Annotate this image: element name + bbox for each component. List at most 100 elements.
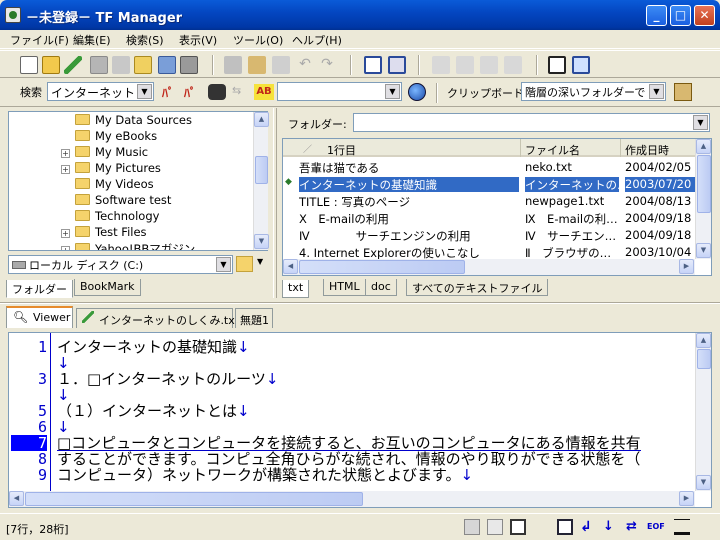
drive-select[interactable]: ローカル ディスク (C:) ▼ [8, 255, 233, 274]
print-preview-icon[interactable] [158, 56, 176, 74]
menu-help[interactable]: ヘルプ(H) [292, 32, 342, 48]
editor-line[interactable]: ↓ [57, 419, 70, 435]
tab-bookmark[interactable]: BookMark [74, 279, 141, 296]
scroll-right-icon[interactable]: ▶ [679, 491, 694, 506]
scroll-thumb[interactable] [25, 492, 363, 506]
expand-icon[interactable]: + [61, 165, 70, 174]
editor-line[interactable]: コンピュータ）ネットワークが構築された状態とよびます。↓ [57, 467, 473, 483]
line-feed-icon[interactable]: ↓ [603, 519, 619, 535]
tree-item[interactable]: + Test Files [9, 225, 147, 241]
chevron-down-icon[interactable]: ▼ [257, 257, 263, 266]
expand-icon[interactable]: + [61, 149, 70, 158]
open-folder-icon[interactable] [42, 56, 60, 74]
tree-item[interactable]: + My Music [9, 145, 148, 161]
binoculars-icon[interactable] [208, 84, 226, 100]
paste-icon[interactable] [248, 56, 266, 74]
tree-item[interactable]: + My Pictures [9, 161, 161, 177]
undo-icon[interactable]: ↶ [296, 56, 314, 74]
pane-splitter[interactable] [273, 108, 277, 298]
tab-untitled[interactable]: 無題1 [235, 308, 273, 328]
expand-icon[interactable]: + [61, 246, 70, 250]
find-next-icon[interactable]: ﾊﾟ [184, 84, 202, 100]
menu-edit[interactable]: 編集(E) [73, 32, 111, 48]
replace-icon[interactable]: ⇆ [232, 84, 250, 100]
split-view-icon[interactable] [388, 56, 406, 74]
tree-item[interactable]: +Technology [9, 209, 159, 225]
notes-icon[interactable] [134, 56, 152, 74]
wrap-icon[interactable] [557, 519, 573, 535]
clipboard-select[interactable]: 階層の深いフォルダーで ▼ [521, 82, 666, 101]
scroll-up-icon[interactable]: ▲ [254, 112, 269, 127]
menu-view[interactable]: 表示(V) [179, 32, 217, 48]
scroll-thumb[interactable] [697, 349, 711, 369]
editor-hscroll[interactable]: ◀ ▶ [9, 491, 695, 507]
tab-html[interactable]: HTML [323, 279, 366, 296]
viewer-icon[interactable] [572, 56, 590, 74]
folder-tree[interactable]: +My Data Sources+My eBooks+My Music+My P… [8, 111, 269, 251]
maximize-button[interactable]: □ [670, 5, 691, 26]
column-header-filename[interactable]: ファイル名 [521, 139, 621, 157]
editor-line[interactable]: することができます。コンピュ全角ひらがな続され、情報のやり取りができる状態を（ [57, 451, 640, 467]
menu-file[interactable]: ファイル(F) [10, 32, 69, 48]
editor-line[interactable]: ↓ [57, 355, 70, 371]
chevron-down-icon[interactable]: ▼ [216, 257, 231, 272]
chevron-down-icon[interactable]: ▼ [385, 84, 400, 99]
table-row[interactable]: Ⅳ サーチエンジンの利用 Ⅳ サーチエン… 2004/09/18 0 [283, 227, 695, 244]
close-button[interactable]: ✕ [694, 5, 715, 26]
view-mode-3-icon[interactable] [510, 519, 526, 535]
underline-icon[interactable] [674, 519, 690, 535]
highlight-icon[interactable]: AB [254, 84, 274, 100]
menu-search[interactable]: 検索(S) [126, 32, 164, 48]
chevron-down-icon[interactable]: ▼ [693, 115, 708, 130]
table-row[interactable]: インターネットの基礎知識 インターネットの… 2003/07/20 0 ◆ [283, 176, 695, 193]
copy-icon[interactable] [272, 56, 290, 74]
tab-doc[interactable]: doc [365, 279, 397, 296]
file-list-vscroll[interactable]: ▲ ▼ [695, 139, 711, 259]
tab-document[interactable]: インターネットのしくみ.txt [76, 308, 239, 328]
grid-icon[interactable] [504, 56, 522, 74]
new-file-icon[interactable] [20, 56, 38, 74]
cut-icon[interactable] [224, 56, 242, 74]
scroll-left-icon[interactable]: ◀ [283, 259, 298, 274]
return-mark-icon[interactable]: ↲ [580, 519, 596, 535]
horizontal-splitter[interactable] [0, 302, 720, 304]
tree-item[interactable]: + Yahoo!BBマガジン [9, 241, 195, 250]
table-row[interactable]: TITLE : 写真のページ newpage1.txt 2004/08/13 0 [283, 193, 695, 210]
search-go-icon[interactable] [408, 83, 426, 101]
editor-line[interactable]: ↓ [57, 387, 70, 403]
text-editor[interactable]: 1 インターネットの基礎知識↓ ↓ 3 １．□インターネットのルーツ↓ ↓ 5 （１）インター… [8, 332, 712, 508]
scroll-thumb[interactable] [697, 155, 711, 213]
minimize-button[interactable]: _ [646, 5, 667, 26]
folder-path-select[interactable]: ▼ [353, 113, 710, 132]
scroll-right-icon[interactable]: ▶ [679, 259, 694, 274]
redo-icon[interactable]: ↷ [318, 56, 336, 74]
tile-vertical-icon[interactable] [456, 56, 474, 74]
monitor-icon[interactable] [548, 56, 566, 74]
chevron-down-icon[interactable]: ▼ [649, 84, 664, 99]
tab-viewer[interactable]: 🔍︎ Viewer [6, 306, 73, 328]
editor-line[interactable]: インターネットの基礎知識↓ [57, 339, 250, 355]
scroll-thumb[interactable] [255, 156, 268, 184]
tree-scrollbar[interactable]: ▲ ▼ [253, 112, 269, 250]
editor-line[interactable]: （１）インターネットとは↓ [57, 403, 250, 419]
tree-item[interactable]: +My Data Sources [9, 113, 192, 129]
scroll-thumb[interactable] [299, 260, 465, 274]
tree-item[interactable]: +Software test [9, 193, 171, 209]
editor-line[interactable]: □コンピュータとコンピュータを接続すると、お互いのコンピュータにある情報を共有 [57, 435, 641, 451]
expand-icon[interactable]: + [61, 229, 70, 238]
tab-all-text-files[interactable]: すべてのテキストファイル [406, 279, 549, 296]
single-view-icon[interactable] [364, 56, 382, 74]
tile-horizontal-icon[interactable] [480, 56, 498, 74]
app-icon[interactable] [5, 7, 21, 23]
scroll-down-icon[interactable]: ▼ [696, 243, 711, 258]
view-mode-2-icon[interactable] [487, 519, 503, 535]
scroll-left-icon[interactable]: ◀ [9, 491, 24, 506]
scroll-up-icon[interactable]: ▲ [696, 333, 711, 348]
scroll-down-icon[interactable]: ▼ [696, 475, 711, 490]
clipboard-icon[interactable] [674, 83, 692, 101]
view-mode-1-icon[interactable] [464, 519, 480, 535]
find-prev-icon[interactable]: ﾊﾟ [162, 84, 180, 100]
tab-mark-icon[interactable]: ⇄ [626, 519, 642, 535]
editor-vscroll[interactable]: ▲ ▼ [695, 333, 711, 491]
eof-icon[interactable]: EOF [647, 519, 667, 535]
